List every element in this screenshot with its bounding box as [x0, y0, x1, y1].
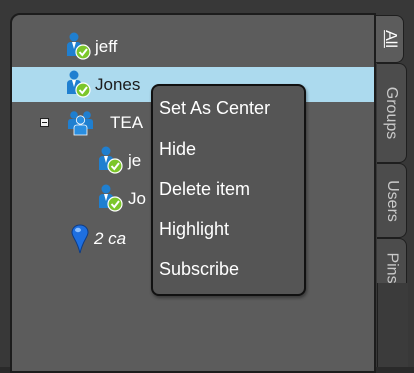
tab-groups[interactable]: Groups — [377, 63, 407, 163]
tab-label: Groups — [383, 86, 401, 140]
menu-item-subscribe[interactable]: Subscribe — [159, 254, 299, 284]
tree-item-jeff[interactable]: jeff — [12, 29, 374, 64]
menu-item-delete[interactable]: Delete item — [159, 174, 299, 204]
user-online-icon — [94, 181, 128, 216]
collapse-toggle-icon[interactable] — [40, 118, 49, 127]
context-menu: Set As Center Hide Delete item Highlight… — [151, 84, 306, 296]
group-icon — [65, 105, 99, 140]
view-tabs: All Groups Users Pins — [376, 13, 414, 367]
tabs-filler — [377, 283, 408, 367]
tab-users[interactable]: Users — [377, 163, 407, 238]
menu-item-set-as-center[interactable]: Set As Center — [159, 93, 299, 123]
menu-item-hide[interactable]: Hide — [159, 134, 299, 164]
tab-all[interactable]: All — [376, 15, 404, 63]
user-online-icon — [94, 143, 128, 178]
menu-item-highlight[interactable]: Highlight — [159, 214, 299, 244]
tab-label: All — [381, 30, 399, 48]
tree-item-label: Jo — [128, 188, 146, 208]
tab-label: Pins — [383, 252, 401, 284]
tree-item-label: je — [128, 150, 142, 170]
tree-item-label: TEA — [110, 112, 144, 132]
tree-item-label: jeff — [95, 36, 118, 56]
tree-item-label: Jones — [95, 74, 141, 94]
user-online-icon — [62, 29, 96, 64]
contacts-panel: jeff Jones TEA je Jo 2 ca All Groups Use… — [0, 0, 414, 373]
user-online-icon — [62, 67, 96, 102]
tree-item-label: 2 ca — [94, 228, 127, 248]
tab-label: Users — [383, 179, 401, 222]
